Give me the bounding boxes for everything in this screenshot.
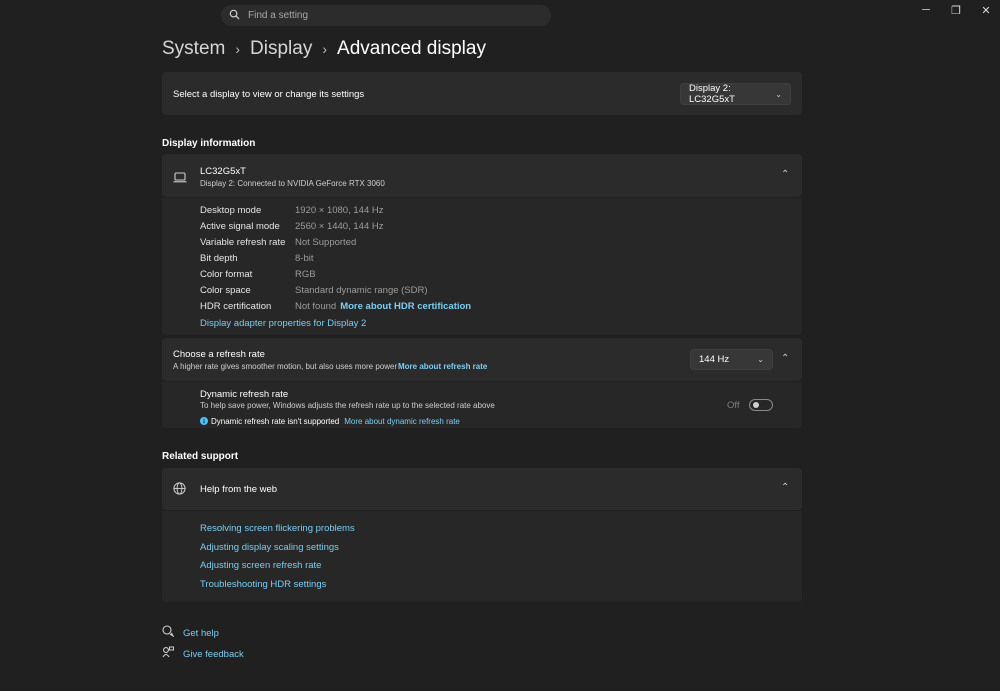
give-feedback-link[interactable]: Give feedback bbox=[162, 645, 244, 663]
hdr-certification-row: HDR certification Not found More about H… bbox=[200, 300, 472, 312]
hdr-certification-value: Not found bbox=[295, 300, 337, 312]
feedback-icon bbox=[162, 645, 174, 663]
search-icon bbox=[229, 7, 240, 25]
refresh-rate-link[interactable]: More about refresh rate bbox=[398, 362, 487, 371]
dynamic-refresh-warning: Dynamic refresh rate isn't supported Mor… bbox=[200, 412, 460, 430]
chevron-up-icon[interactable]: ⌃ bbox=[781, 169, 789, 180]
help-links-panel: Resolving screen flickering problems Adj… bbox=[162, 511, 802, 602]
help-from-web-header[interactable]: Help from the web ⌃ bbox=[162, 468, 802, 510]
info-row: Active signal mode 2560 × 1440, 144 Hz bbox=[200, 220, 384, 232]
search-box[interactable]: Find a setting bbox=[221, 5, 551, 26]
info-icon bbox=[200, 412, 208, 430]
refresh-rate-value: 144 Hz bbox=[699, 354, 730, 365]
dynamic-refresh-card: Dynamic refresh rate To help save power,… bbox=[162, 382, 802, 428]
help-link-hdr[interactable]: Troubleshooting HDR settings bbox=[200, 579, 326, 590]
select-display-card: Select a display to view or change its s… bbox=[162, 72, 802, 115]
display-information-heading: Display information bbox=[162, 138, 256, 149]
monitor-connection: Display 2: Connected to NVIDIA GeForce R… bbox=[200, 179, 385, 188]
related-support-heading: Related support bbox=[162, 451, 239, 462]
dynamic-refresh-toggle[interactable] bbox=[749, 399, 773, 411]
dynamic-refresh-warning-text: Dynamic refresh rate isn't supported bbox=[211, 416, 340, 426]
dynamic-refresh-title: Dynamic refresh rate bbox=[200, 389, 289, 400]
display-adapter-properties-link[interactable]: Display adapter properties for Display 2 bbox=[200, 318, 366, 329]
info-row: Desktop mode 1920 × 1080, 144 Hz bbox=[200, 204, 384, 216]
chevron-right-icon: › bbox=[322, 41, 328, 57]
close-button[interactable]: ✕ bbox=[971, 0, 1000, 20]
display-info-details: Desktop mode 1920 × 1080, 144 Hz Active … bbox=[162, 198, 802, 335]
display-select-dropdown[interactable]: Display 2: LC32G5xT ⌄ bbox=[680, 83, 791, 105]
help-link-refresh-rate[interactable]: Adjusting screen refresh rate bbox=[200, 560, 321, 571]
chevron-up-icon[interactable]: ⌃ bbox=[781, 482, 789, 493]
monitor-name: LC32G5xT bbox=[200, 166, 246, 177]
chevron-down-icon: ⌄ bbox=[757, 355, 764, 364]
laptop-icon bbox=[173, 170, 187, 188]
refresh-rate-dropdown[interactable]: 144 Hz ⌄ bbox=[690, 349, 773, 370]
chevron-right-icon: › bbox=[235, 41, 241, 57]
info-row: Bit depth 8-bit bbox=[200, 252, 314, 264]
page-title: Advanced display bbox=[337, 38, 486, 59]
dynamic-refresh-link[interactable]: More about dynamic refresh rate bbox=[344, 417, 460, 426]
dynamic-refresh-toggle-label: Off bbox=[727, 400, 740, 411]
refresh-rate-title: Choose a refresh rate bbox=[173, 349, 265, 360]
search-input[interactable]: Find a setting bbox=[248, 10, 308, 21]
help-link-scaling[interactable]: Adjusting display scaling settings bbox=[200, 542, 339, 553]
refresh-rate-subtitle: A higher rate gives smoother motion, but… bbox=[173, 362, 398, 371]
select-display-label: Select a display to view or change its s… bbox=[173, 89, 365, 100]
get-help-link[interactable]: Get help bbox=[162, 624, 219, 642]
help-chat-icon bbox=[162, 624, 175, 642]
get-help-label[interactable]: Get help bbox=[183, 628, 219, 639]
breadcrumb: System › Display › Advanced display bbox=[162, 36, 486, 62]
restore-button[interactable]: ❐ bbox=[941, 0, 971, 20]
help-link-flickering[interactable]: Resolving screen flickering problems bbox=[200, 523, 355, 534]
dynamic-refresh-subtitle: To help save power, Windows adjusts the … bbox=[200, 401, 495, 410]
breadcrumb-system[interactable]: System bbox=[162, 38, 225, 60]
hdr-certification-link[interactable]: More about HDR certification bbox=[340, 301, 471, 312]
monitor-header[interactable]: LC32G5xT Display 2: Connected to NVIDIA … bbox=[162, 154, 802, 197]
help-from-web-title: Help from the web bbox=[200, 484, 278, 495]
minimize-button[interactable]: ─ bbox=[911, 0, 941, 20]
chevron-up-icon[interactable]: ⌃ bbox=[781, 353, 789, 364]
window-controls: ─ ❐ ✕ bbox=[911, 0, 1000, 20]
globe-icon bbox=[173, 482, 186, 500]
breadcrumb-display[interactable]: Display bbox=[250, 38, 312, 60]
info-row: Color format RGB bbox=[200, 268, 316, 280]
toggle-knob bbox=[753, 402, 759, 408]
give-feedback-label[interactable]: Give feedback bbox=[183, 649, 244, 660]
display-select-value: Display 2: LC32G5xT bbox=[689, 83, 735, 105]
info-row: Color space Standard dynamic range (SDR) bbox=[200, 284, 428, 296]
refresh-rate-card[interactable]: Choose a refresh rate A higher rate give… bbox=[162, 338, 802, 381]
info-row: Variable refresh rate Not Supported bbox=[200, 236, 357, 248]
chevron-down-icon: ⌄ bbox=[775, 89, 782, 99]
